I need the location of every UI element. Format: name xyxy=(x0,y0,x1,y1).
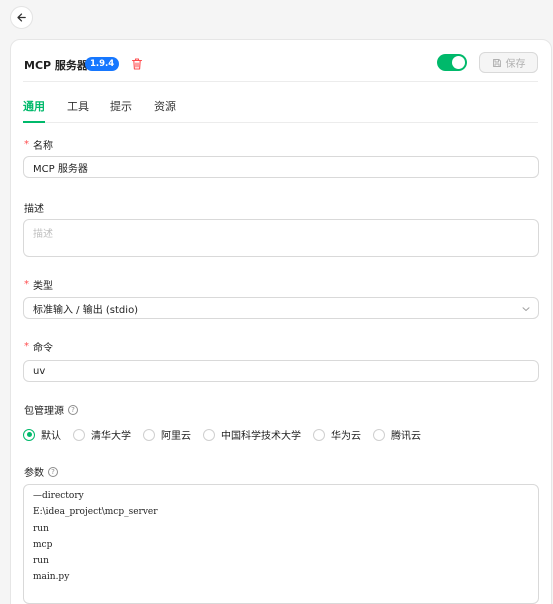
tab-general[interactable]: 通用 xyxy=(23,98,45,114)
card-header: MCP 服务器 1.9.4 保存 xyxy=(23,50,538,82)
registry-label-text: 包管理源 xyxy=(24,406,64,417)
radio-dot xyxy=(203,428,215,441)
name-input[interactable]: MCP 服务器 xyxy=(23,156,539,178)
radio-dot xyxy=(73,428,85,441)
radio-label: 清华大学 xyxy=(91,431,131,442)
name-label-text: 名称 xyxy=(33,141,53,152)
description-label-text: 描述 xyxy=(24,204,44,215)
required-mark: * xyxy=(24,279,29,290)
type-select-value: 标准输入 / 输出 (stdio) xyxy=(33,304,139,316)
radio-label: 华为云 xyxy=(331,431,361,442)
save-button[interactable]: 保存 xyxy=(479,52,538,73)
required-mark: * xyxy=(24,139,29,150)
chevron-down-icon xyxy=(522,307,530,311)
type-label-text: 类型 xyxy=(33,281,53,292)
save-label: 保存 xyxy=(505,59,526,70)
args-textarea[interactable]: —directory E:\idea_project\mcp_server ru… xyxy=(23,484,539,604)
tab-prompts[interactable]: 提示 xyxy=(110,98,132,114)
radio-huawei[interactable]: 华为云 xyxy=(313,427,361,442)
version-badge: 1.9.4 xyxy=(85,57,120,71)
args-line: E:\idea_project\mcp_server xyxy=(33,507,158,518)
help-icon[interactable]: ? xyxy=(68,404,78,415)
args-line: main.py xyxy=(33,572,70,583)
radio-dot xyxy=(313,428,325,441)
args-line: run xyxy=(33,556,49,567)
tab-tools[interactable]: 工具 xyxy=(67,98,89,114)
type-label: * 类型 xyxy=(24,277,53,292)
description-placeholder: 描述 xyxy=(33,229,53,240)
radio-aliyun[interactable]: 阿里云 xyxy=(143,427,191,442)
server-title: MCP 服务器 xyxy=(24,59,88,72)
registry-label: 包管理源 ? xyxy=(24,402,78,417)
radio-ustc[interactable]: 中国科学技术大学 xyxy=(203,427,301,442)
command-input-value: uv xyxy=(33,365,46,377)
trash-icon[interactable] xyxy=(131,57,143,71)
name-label: * 名称 xyxy=(24,137,53,152)
command-label-text: 命令 xyxy=(33,343,53,354)
radio-label: 默认 xyxy=(41,431,61,442)
description-textarea[interactable]: 描述 xyxy=(23,219,539,257)
radio-dot xyxy=(143,428,155,441)
args-line: —directory xyxy=(33,491,84,501)
radio-tsinghua[interactable]: 清华大学 xyxy=(73,427,131,442)
command-label: * 命令 xyxy=(24,339,53,354)
args-line: mcp xyxy=(33,539,53,550)
args-label-text: 参数 xyxy=(24,468,44,479)
radio-label: 中国科学技术大学 xyxy=(221,431,301,442)
args-label: 参数 ? xyxy=(24,464,58,479)
name-input-value: MCP 服务器 xyxy=(33,163,88,175)
radio-label: 腾讯云 xyxy=(391,431,421,442)
back-button[interactable] xyxy=(10,6,33,29)
registry-radio-group: 默认 清华大学 阿里云 中国科学技术大学 华为云 腾讯云 xyxy=(23,427,433,442)
required-mark: * xyxy=(24,341,29,352)
type-select[interactable]: 标准输入 / 输出 (stdio) xyxy=(23,297,539,319)
args-line: run xyxy=(33,523,49,534)
arrow-left-icon xyxy=(17,13,26,22)
help-icon[interactable]: ? xyxy=(48,466,58,477)
toggle-knob xyxy=(452,56,465,69)
tab-bar: 通用 工具 提示 资源 xyxy=(23,92,538,123)
description-label: 描述 xyxy=(24,200,44,215)
radio-dot xyxy=(23,428,35,441)
save-icon xyxy=(492,58,501,67)
server-settings-card: MCP 服务器 1.9.4 保存 通用 工具 提示 资源 * 名称 MCP 服务… xyxy=(10,39,552,604)
radio-dot xyxy=(373,428,385,441)
radio-tencent[interactable]: 腾讯云 xyxy=(373,427,421,442)
radio-label: 阿里云 xyxy=(161,431,191,442)
command-input[interactable]: uv xyxy=(23,360,539,382)
active-tab-indicator xyxy=(23,121,45,123)
tab-resources[interactable]: 资源 xyxy=(154,98,176,114)
enable-toggle[interactable] xyxy=(437,54,467,71)
radio-default[interactable]: 默认 xyxy=(23,427,61,442)
